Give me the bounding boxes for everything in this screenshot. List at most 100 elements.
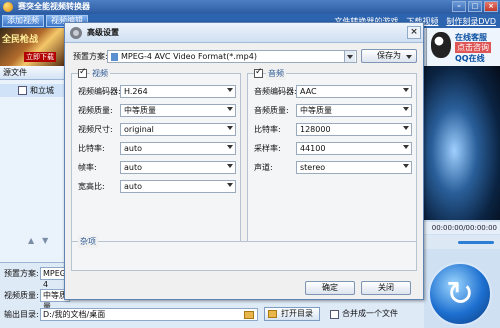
player-controls [424, 235, 500, 249]
preset-value: MPEG-4 AVC Video Format(*.mp4) [121, 52, 257, 61]
video-size-select[interactable]: original [120, 123, 236, 136]
list-order-controls: ▲ ▼ [28, 236, 48, 245]
chevron-down-icon [227, 107, 233, 111]
chevron-down-icon [403, 164, 409, 168]
bottom-preset-label: 预置方案: [4, 269, 39, 278]
file-list-header: 源文件 [0, 66, 65, 80]
audio-quality-value: 中等质量 [300, 106, 332, 115]
audio-bitrate-value: 128000 [300, 125, 331, 134]
support-banner[interactable]: 在线客服 点击咨询 QQ在线 [426, 28, 500, 66]
chevron-down-icon [406, 55, 412, 59]
audio-channels-select[interactable]: stereo [296, 161, 412, 174]
convert-start-button[interactable]: ↻ [428, 262, 492, 326]
video-bitrate-value: auto [124, 144, 143, 153]
audio-enable-checkbox[interactable] [254, 67, 263, 78]
audio-quality-label: 音频质量: [254, 106, 289, 115]
video-aspect-label: 宽高比: [78, 182, 105, 191]
video-quality-select[interactable]: 中等质量 [120, 104, 236, 117]
close-button[interactable]: 关闭 [361, 281, 411, 295]
video-size-value: original [124, 125, 154, 134]
window-close-button[interactable]: × [484, 1, 498, 12]
misc-group-title: 杂项 [78, 236, 98, 248]
file-list-item[interactable]: 和立城 [0, 84, 66, 97]
video-codec-label: 视频编码器: [78, 87, 121, 96]
video-bitrate-select[interactable]: auto [120, 142, 236, 155]
audio-samplerate-label: 采样率: [254, 144, 281, 153]
open-dir-label: 打开目录 [281, 309, 313, 318]
ok-button[interactable]: 确定 [305, 281, 355, 295]
support-cta[interactable]: 点击咨询 [455, 42, 491, 53]
qq-penguin-icon [431, 32, 451, 58]
browse-folder-icon[interactable] [244, 311, 254, 319]
audio-codec-value: AAC [300, 87, 317, 96]
audio-settings-group: 音频 音频编码器: AAC 音频质量: 中等质量 比特率: 128000 采样率… [247, 67, 417, 243]
app-logo-icon [3, 2, 13, 12]
dialog-title-bar: 高级设置 × [65, 23, 423, 43]
minimize-button[interactable]: – [452, 1, 466, 12]
ad-banner-title: 全民枪战 [2, 35, 39, 45]
chevron-down-icon [227, 145, 233, 149]
support-qq: QQ在线 [455, 54, 485, 63]
dialog-close-button[interactable]: × [407, 26, 421, 39]
video-quality-value: 中等质量 [124, 106, 156, 115]
video-aspect-select[interactable]: auto [120, 180, 236, 193]
ad-banner-cta[interactable]: 立即下载 [24, 52, 56, 62]
advanced-settings-dialog: 高级设置 × 预置方案: MPEG-4 AVC Video Format(*.m… [64, 22, 424, 300]
video-codec-select[interactable]: H.264 [120, 85, 236, 98]
move-up-icon[interactable]: ▲ [28, 236, 34, 245]
volume-slider[interactable] [458, 241, 494, 244]
file-item-checkbox[interactable] [18, 86, 27, 95]
playback-time: 00:00:00/00:00:00 [424, 222, 500, 234]
chevron-down-icon [227, 126, 233, 130]
audio-bitrate-select[interactable]: 128000 [296, 123, 412, 136]
audio-samplerate-select[interactable]: 44100 [296, 142, 412, 155]
misc-settings-group: 杂项 [71, 236, 417, 271]
save-as-button[interactable]: 保存为 [361, 49, 417, 63]
video-enable-checkbox[interactable] [78, 67, 87, 78]
file-item-name: 和立城 [30, 86, 54, 95]
refresh-icon: ↻ [445, 274, 475, 314]
video-bitrate-label: 比特率: [78, 144, 105, 153]
ad-banner-left[interactable]: 全民枪战 立即下载 [0, 28, 64, 66]
audio-channels-label: 声道: [254, 163, 273, 172]
chevron-down-icon [227, 164, 233, 168]
open-dir-button[interactable]: 打开目录 [264, 307, 320, 321]
chevron-down-icon [403, 126, 409, 130]
bottom-quality-label: 视频质量: [4, 291, 39, 300]
save-as-label: 保存为 [377, 51, 401, 60]
output-dir-field[interactable]: D:/我的文档/桌面 [40, 308, 258, 321]
audio-samplerate-value: 44100 [300, 144, 326, 153]
folder-icon [268, 310, 277, 318]
video-settings-group: 视频 视频编码器: H.264 视频质量: 中等质量 视频尺寸: origina… [71, 67, 241, 243]
move-down-icon[interactable]: ▼ [42, 236, 48, 245]
video-codec-value: H.264 [124, 87, 148, 96]
preset-select[interactable]: MPEG-4 AVC Video Format(*.mp4) [107, 50, 357, 63]
audio-codec-select[interactable]: AAC [296, 85, 412, 98]
video-framerate-label: 帧率: [78, 163, 97, 172]
video-preview [424, 66, 500, 220]
gear-icon [70, 27, 82, 39]
dialog-title: 高级设置 [87, 28, 119, 37]
audio-codec-label: 音频编码器: [254, 87, 297, 96]
chevron-down-icon [403, 145, 409, 149]
video-format-icon [111, 53, 118, 61]
header-link-dvd[interactable]: 制作刻录DVD [446, 16, 496, 27]
video-quality-label: 视频质量: [78, 106, 113, 115]
video-aspect-value: auto [124, 182, 143, 191]
file-list-panel: 源文件 和立城 ▲ ▼ [0, 66, 66, 262]
video-framerate-select[interactable]: auto [120, 161, 236, 174]
merge-checkbox[interactable] [330, 310, 339, 319]
merge-label: 合并成一个文件 [342, 309, 398, 318]
chevron-down-icon [227, 183, 233, 187]
chevron-down-icon [403, 107, 409, 111]
audio-quality-select[interactable]: 中等质量 [296, 104, 412, 117]
maximize-button[interactable]: □ [468, 1, 482, 12]
chevron-down-icon [403, 88, 409, 92]
add-video-button[interactable]: 添加视频 [2, 15, 44, 27]
audio-group-title: 音频 [266, 68, 286, 80]
output-dir-label: 输出目录: [4, 310, 39, 319]
window-controls: – □ × [452, 1, 498, 12]
app-title: 赛突全能视频转换器 [18, 2, 90, 11]
preset-label: 预置方案: [73, 52, 108, 61]
app-title-bar: 赛突全能视频转换器 – □ × [0, 0, 500, 14]
